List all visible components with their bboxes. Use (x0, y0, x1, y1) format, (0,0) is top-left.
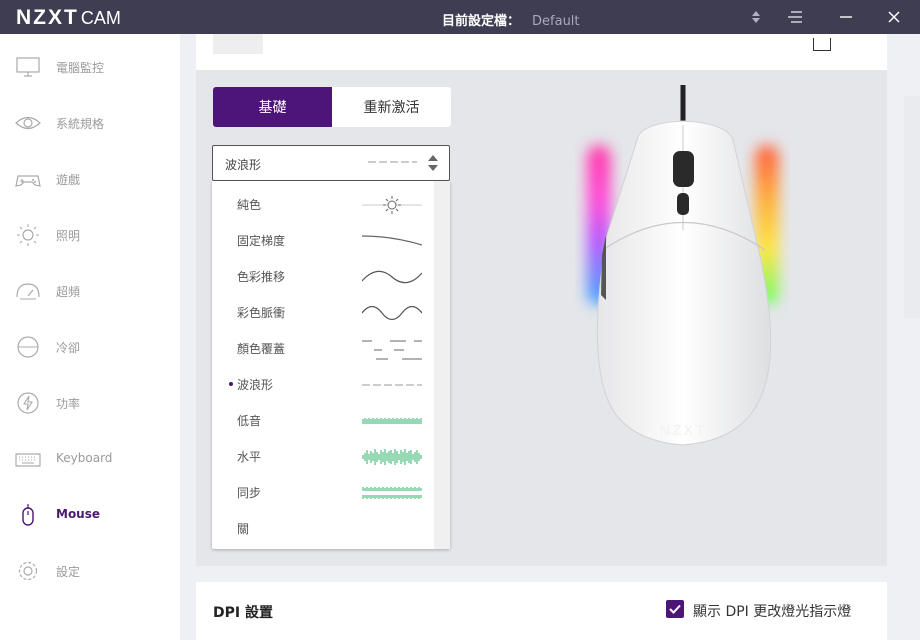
sidebar-item-mouse[interactable]: Mouse (0, 495, 180, 535)
level-preview-icon (362, 449, 422, 465)
effect-option-off[interactable]: 關 (212, 510, 432, 546)
effect-option-gradient[interactable]: 固定梯度 (212, 222, 432, 258)
sidebar: 電腦監控 系統規格 遊戲 照明 超頻 冷卻 功率 Keyboard Mouse … (0, 34, 180, 640)
selected-indicator (229, 382, 233, 386)
profile-value[interactable]: Default (532, 14, 580, 29)
device-action-icon[interactable] (813, 38, 831, 51)
sidebar-item-label: 電腦監控 (56, 61, 105, 75)
cooling-icon (17, 336, 39, 358)
app-logo: NZXT CAM (16, 6, 121, 30)
effect-option-fixed[interactable]: 純色 (212, 186, 432, 222)
effect-menu-scrollbar[interactable] (434, 181, 450, 549)
effect-option-color-shift[interactable]: 色彩推移 (212, 258, 432, 294)
effect-option-bass[interactable]: 低音 (212, 402, 432, 438)
close-icon[interactable] (886, 7, 902, 27)
effect-option-label: 彩色脈衝 (237, 306, 286, 320)
sidebar-item-label: 冷卻 (56, 341, 81, 355)
checkmark-icon (669, 604, 681, 614)
sidebar-item-label: 超頻 (56, 285, 81, 299)
sidebar-item-label: 照明 (56, 229, 81, 243)
sidebar-item-power[interactable]: 功率 (0, 383, 180, 423)
sidebar-item-keyboard[interactable]: Keyboard (0, 439, 180, 479)
sidebar-item-label: 設定 (56, 565, 81, 579)
effect-option-label: 固定梯度 (237, 234, 286, 248)
sidebar-item-cooling[interactable]: 冷卻 (0, 327, 180, 367)
dropdown-arrows-icon (428, 155, 438, 171)
profile-selector[interactable]: 目前設定檔： Default (442, 10, 580, 29)
sidebar-item-label: Keyboard (56, 451, 113, 465)
tab-basic[interactable]: 基礎 (213, 87, 332, 127)
dpi-title: DPI 設置 (213, 605, 273, 621)
sidebar-item-lighting[interactable]: 照明 (0, 215, 180, 255)
sidebar-item-overclocking[interactable]: 超頻 (0, 271, 180, 311)
effect-option-label: 關 (237, 522, 250, 536)
keyboard-icon (15, 453, 41, 467)
effect-option-label: 純色 (237, 198, 262, 212)
sidebar-item-label: 功率 (56, 397, 81, 411)
cover-preview-icon (362, 340, 422, 360)
effect-dropdown-value: 波浪形 (225, 158, 262, 172)
gamepad-icon (15, 175, 41, 187)
sidebar-item-games[interactable]: 遊戲 (0, 159, 180, 199)
gear-icon (18, 561, 38, 581)
mouse-preview-image: NZXT (587, 85, 779, 446)
sidebar-item-settings[interactable]: 設定 (0, 551, 180, 591)
marquee-preview-icon (362, 384, 422, 386)
effect-option-label: 低音 (237, 414, 262, 428)
effect-option-label: 同步 (237, 486, 262, 500)
effect-option-cover[interactable]: 顏色覆蓋 (212, 330, 432, 366)
effect-menu: 純色 固定梯度 色彩推移 彩色脈衝 顏色覆蓋 波浪形 低音 水平 同步 關 (212, 181, 450, 549)
effect-option-level[interactable]: 水平 (212, 438, 432, 474)
effect-option-sync[interactable]: 同步 (212, 474, 432, 510)
wave-preview-icon (362, 270, 422, 284)
sidebar-item-system-specs[interactable]: 系統規格 (0, 103, 180, 143)
sidebar-item-pc-monitoring[interactable]: 電腦監控 (0, 47, 180, 87)
minimize-icon[interactable] (838, 7, 854, 27)
dpi-indicator-checkbox[interactable] (666, 600, 684, 618)
monitor-icon (16, 57, 40, 77)
dpi-indicator-label: 顯示 DPI 更改燈光指示燈 (693, 604, 852, 620)
effect-dropdown[interactable]: 波浪形 (212, 145, 450, 181)
effect-option-label: 顏色覆蓋 (237, 342, 286, 356)
effect-option-marquee[interactable]: 波浪形 (212, 366, 432, 402)
sun-icon (17, 224, 39, 246)
profile-label: 目前設定檔： (442, 14, 521, 29)
title-bar: NZXT CAM 目前設定檔： Default (0, 0, 920, 34)
effect-option-pulse[interactable]: 彩色脈衝 (212, 294, 432, 330)
menu-icon[interactable] (786, 7, 804, 27)
sync-preview-icon (362, 487, 422, 499)
sidebar-item-label: 系統規格 (56, 117, 105, 131)
effect-option-label: 水平 (237, 450, 262, 464)
fixed-preview-icon (362, 196, 422, 214)
speedometer-icon (16, 283, 40, 300)
profile-switch-icon[interactable] (748, 7, 764, 27)
sidebar-item-label: Mouse (56, 507, 101, 521)
marquee-preview-icon (368, 161, 417, 163)
tab-reactive[interactable]: 重新激活 (332, 87, 451, 127)
device-header (196, 34, 887, 70)
effect-option-label: 色彩推移 (237, 270, 286, 284)
pulse-preview-icon (362, 305, 422, 321)
sidebar-item-label: 遊戲 (56, 173, 81, 187)
mouse-logo-text: NZXT (659, 422, 706, 439)
power-icon (17, 392, 39, 414)
gradient-preview-icon (362, 235, 422, 246)
device-thumbnail (213, 34, 263, 54)
logo-nzxt: NZXT (16, 6, 79, 29)
right-panel-scrollbar[interactable] (904, 96, 920, 318)
eye-icon (15, 116, 41, 130)
mouse-icon (22, 504, 34, 526)
effect-option-label: 波浪形 (237, 378, 274, 392)
logo-cam: CAM (80, 8, 121, 28)
bass-preview-icon (362, 418, 422, 424)
dpi-section: DPI 設置 顯示 DPI 更改燈光指示燈 (196, 582, 887, 640)
